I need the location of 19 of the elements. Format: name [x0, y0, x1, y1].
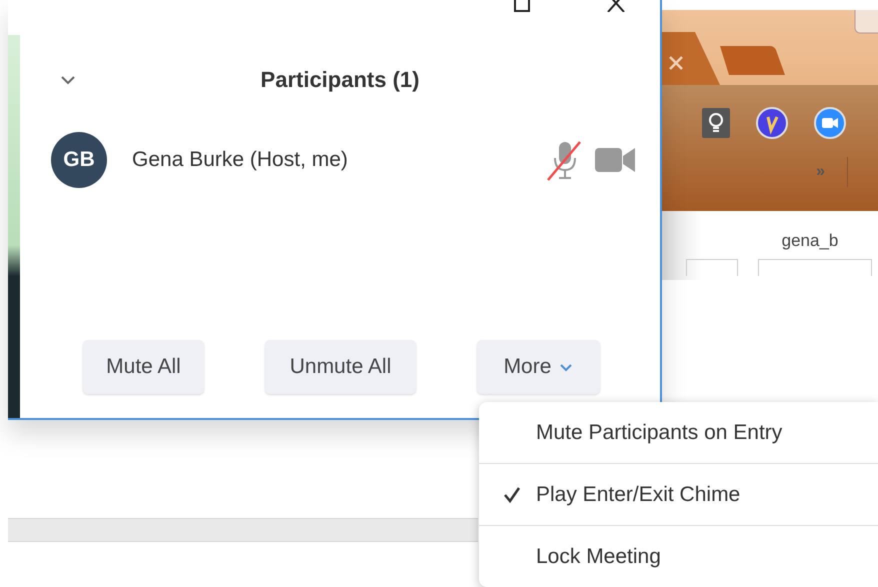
- caret-icon: [559, 362, 574, 372]
- menu-item[interactable]: Lock Meeting: [479, 526, 878, 587]
- video-camera-icon[interactable]: [814, 107, 846, 139]
- avatar: GB: [51, 132, 107, 188]
- action-button[interactable]: Unmute All: [265, 340, 416, 394]
- video-camera-icon[interactable]: [595, 147, 635, 173]
- panel-title: Participants (1): [260, 67, 420, 93]
- action-button[interactable]: Mute All: [83, 340, 204, 394]
- browser-tabs-drawing[interactable]: [662, 10, 878, 85]
- input-field[interactable]: [758, 259, 872, 276]
- menu-item[interactable]: Mute Participants on Entry: [479, 402, 878, 464]
- page-text: gena_b: [782, 231, 838, 251]
- lightbulb-icon[interactable]: [702, 108, 730, 138]
- letter-v-icon[interactable]: [756, 107, 788, 139]
- menu-item[interactable]: Play Enter/Exit Chime: [479, 464, 878, 526]
- participant-name: Gena Burke (Host, me): [132, 148, 349, 172]
- more-dropdown-button[interactable]: More: [477, 340, 600, 394]
- chevron-down-icon[interactable]: [60, 75, 76, 85]
- input-field[interactable]: [686, 259, 738, 276]
